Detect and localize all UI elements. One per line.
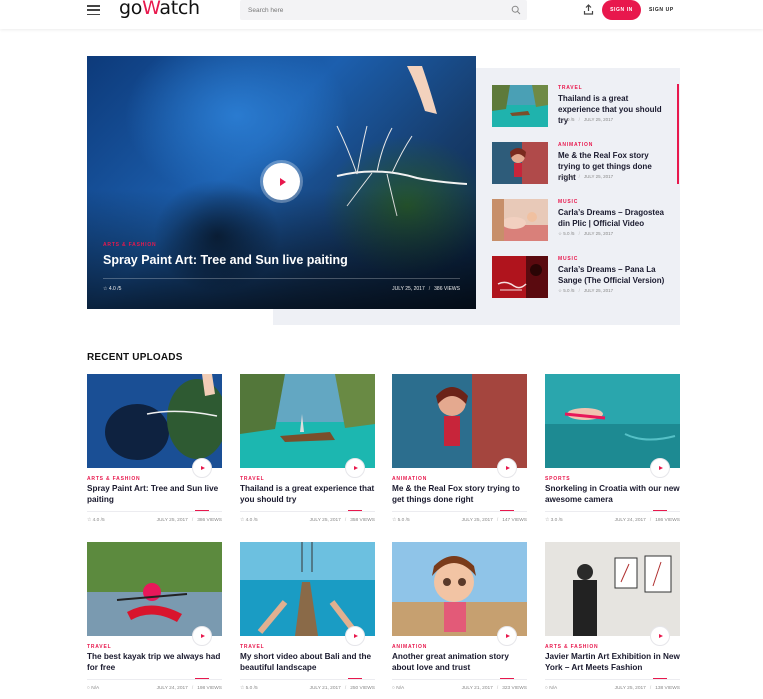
video-thumbnail — [87, 374, 222, 468]
video-thumbnail — [545, 374, 680, 468]
play-icon — [353, 634, 358, 638]
side-list-item[interactable]: ANIMATION Me & the Real Fox story trying… — [492, 142, 672, 186]
card-title[interactable]: Spray Paint Art: Tree and Sun live paiti… — [87, 483, 222, 505]
site-logo[interactable]: goWatch — [119, 0, 200, 19]
search-bar — [240, 0, 527, 20]
card-title[interactable]: The best kayak trip we always had for fr… — [87, 651, 222, 673]
play-icon — [200, 466, 205, 470]
video-thumbnail — [392, 542, 527, 636]
video-thumbnail — [240, 374, 375, 468]
section-title: RECENT UPLOADS — [87, 352, 183, 363]
play-icon — [200, 634, 205, 638]
play-icon — [353, 466, 358, 470]
play-button[interactable] — [345, 626, 365, 646]
featured-play-button[interactable] — [263, 163, 300, 200]
play-icon — [658, 466, 663, 470]
play-icon — [505, 634, 510, 638]
card-title[interactable]: Thailand is a great experience that you … — [240, 483, 375, 505]
side-list-item[interactable]: MUSIC Carla’s Dreams – Dragostea din Pli… — [492, 199, 672, 243]
video-thumbnail — [240, 542, 375, 636]
featured-title[interactable]: Spray Paint Art: Tree and Sun live paiti… — [103, 253, 348, 267]
video-thumbnail — [392, 374, 527, 468]
search-icon[interactable] — [511, 5, 521, 15]
menu-icon[interactable] — [87, 5, 100, 15]
video-thumbnail — [87, 542, 222, 636]
video-thumbnail — [492, 256, 548, 298]
play-button[interactable] — [650, 458, 670, 478]
card-title[interactable]: Another great animation story about love… — [392, 651, 527, 673]
featured-video[interactable]: ARTS & FASHION Spray Paint Art: Tree and… — [87, 56, 476, 309]
card-title[interactable]: Javier Martin Art Exhibition in New York… — [545, 651, 680, 673]
search-input[interactable] — [248, 4, 498, 16]
card-title[interactable]: Snorkeling in Croatia with our new aweso… — [545, 483, 680, 505]
play-button[interactable] — [497, 626, 517, 646]
card-title[interactable]: My short video about Bali and the beauti… — [240, 651, 375, 673]
video-thumbnail — [545, 542, 680, 636]
side-list-item[interactable]: MUSIC Carla’s Dreams – Pana La Sange (Th… — [492, 256, 672, 300]
video-thumbnail — [492, 199, 548, 241]
play-icon — [279, 177, 286, 186]
upload-icon[interactable] — [583, 4, 594, 15]
sign-up-link[interactable]: SIGN UP — [649, 7, 674, 13]
play-button[interactable] — [192, 626, 212, 646]
video-thumbnail — [492, 85, 548, 127]
side-list-scrollbar[interactable] — [677, 84, 679, 184]
card-title[interactable]: Me & the Real Fox story trying to get th… — [392, 483, 527, 505]
play-icon — [505, 466, 510, 470]
site-header: goWatch SIGN IN SIGN UP — [0, 0, 763, 29]
side-list-item[interactable]: TRAVEL Thailand is a great experience th… — [492, 85, 672, 129]
video-thumbnail — [492, 142, 548, 184]
play-button[interactable] — [497, 458, 517, 478]
play-button[interactable] — [345, 458, 365, 478]
featured-rating: ☆ 4.0 /5 — [103, 286, 122, 292]
side-item-title[interactable]: Carla’s Dreams – Pana La Sange (The Offi… — [558, 264, 670, 286]
featured-meta: JULY 25, 2017/386 VIEWS — [392, 286, 460, 292]
side-item-title[interactable]: Carla’s Dreams – Dragostea din Plic | Of… — [558, 207, 670, 229]
play-icon — [658, 634, 663, 638]
play-button[interactable] — [650, 626, 670, 646]
play-button[interactable] — [192, 458, 212, 478]
sign-in-button[interactable]: SIGN IN — [602, 0, 641, 20]
featured-category[interactable]: ARTS & FASHION — [103, 242, 156, 248]
